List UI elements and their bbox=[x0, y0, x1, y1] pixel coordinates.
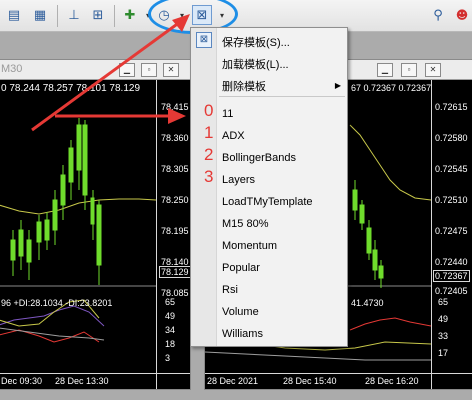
menu-item-load-template[interactable]: 加载模板(L)... bbox=[222, 56, 289, 72]
menu-item-save-template[interactable]: 保存模板(S)... bbox=[222, 34, 290, 50]
submenu-arrow-icon: ▶ bbox=[334, 81, 341, 90]
menu-item-template[interactable]: BollingerBands bbox=[222, 152, 296, 164]
menu-item-template[interactable]: LoadTMyTemplate bbox=[222, 196, 313, 208]
annotation-number: 0 bbox=[204, 101, 214, 120]
template-menu: ⊠ 保存模板(S)... 加载模板(L)... 删除模板 ▶ 11 ADX Bo… bbox=[190, 27, 348, 347]
menu-item-template[interactable]: Williams bbox=[222, 328, 263, 340]
annotation-number: 3 bbox=[204, 167, 214, 186]
menu-item-template[interactable]: Layers bbox=[222, 174, 255, 186]
menu-item-template[interactable]: Popular bbox=[222, 262, 260, 274]
menu-item-template[interactable]: 11 bbox=[222, 108, 233, 120]
menu-item-delete-template[interactable]: 删除模板 bbox=[222, 78, 266, 94]
menu-item-template[interactable]: Rsi bbox=[222, 284, 238, 296]
menu-separator bbox=[219, 96, 345, 97]
template-icon: ⊠ bbox=[196, 32, 212, 48]
menu-item-template[interactable]: Momentum bbox=[222, 240, 277, 252]
menu-gutter bbox=[191, 28, 217, 346]
menu-item-template[interactable]: Volume bbox=[222, 306, 259, 318]
menu-item-template[interactable]: M15 80% bbox=[222, 218, 268, 230]
annotation-number: 1 bbox=[204, 123, 214, 142]
menu-item-template[interactable]: ADX bbox=[222, 130, 245, 142]
annotation-number: 2 bbox=[204, 145, 214, 164]
